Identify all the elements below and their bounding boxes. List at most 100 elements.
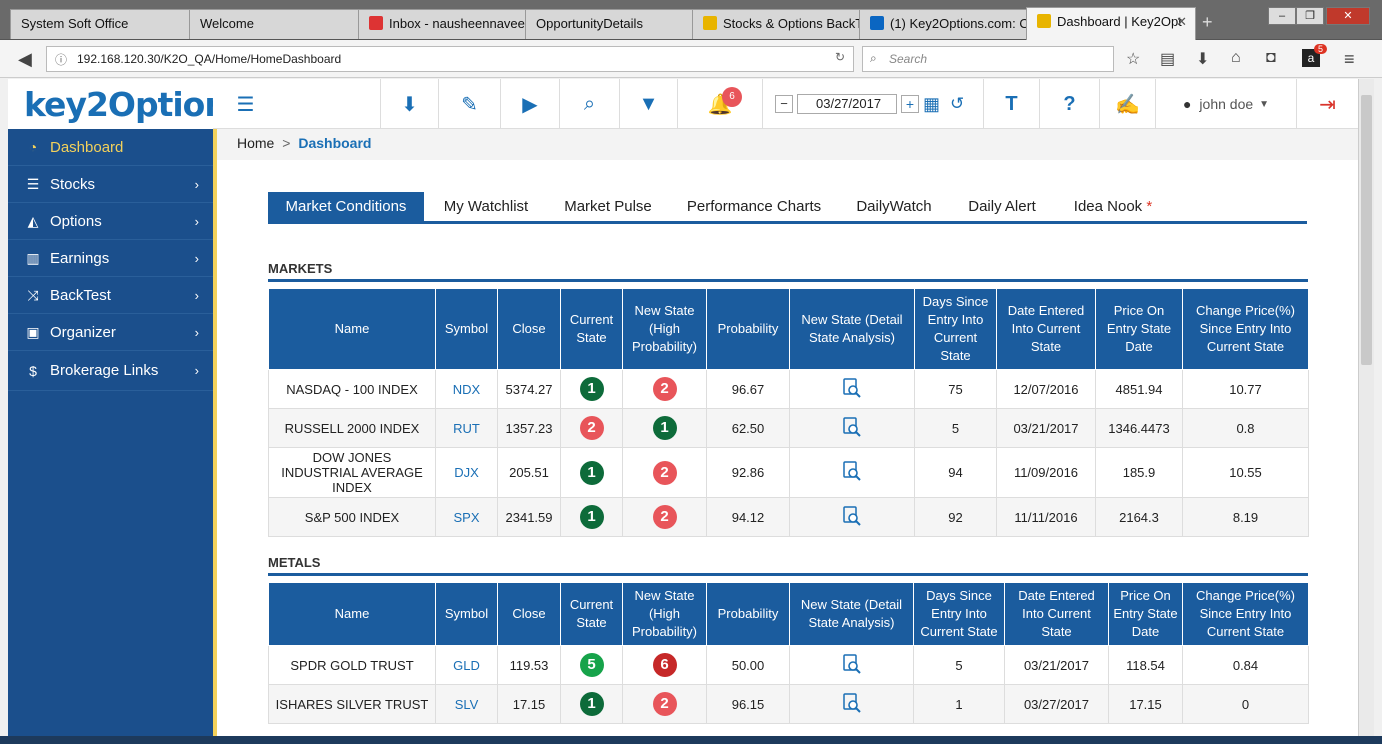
- logo[interactable]: key2Options: [8, 79, 246, 129]
- play-icon[interactable]: ▶: [500, 79, 559, 129]
- symbol-link[interactable]: NDX: [453, 382, 480, 397]
- cell-close: 17.15: [497, 684, 561, 724]
- detail-analysis-icon[interactable]: [841, 653, 863, 675]
- hamburger-menu-icon[interactable]: ≡: [1344, 49, 1355, 70]
- tab-idea-nook[interactable]: Idea Nook *: [1066, 192, 1160, 221]
- detail-analysis-icon[interactable]: [841, 692, 863, 714]
- column-header: Current State: [560, 582, 623, 646]
- cell-name: NASDAQ - 100 INDEX: [268, 369, 436, 409]
- new-state-badge: 6: [652, 653, 677, 677]
- tab-label: Daily Alert: [968, 198, 1036, 215]
- avatar: ●: [1182, 96, 1192, 112]
- reading-list-icon[interactable]: ▤: [1160, 49, 1175, 69]
- reset-icon[interactable]: ↺: [950, 94, 964, 114]
- current-state-badge: 1: [579, 505, 604, 529]
- breadcrumb-home[interactable]: Home: [237, 135, 274, 151]
- sidebar: ◔ Dashboard ☰ Stocks › ◭ Options › ▥ Earnings ›…: [8, 129, 213, 744]
- text-tool-icon[interactable]: T: [983, 79, 1039, 129]
- magic-wand-icon[interactable]: ✎: [438, 79, 500, 129]
- symbol-link[interactable]: RUT: [453, 421, 480, 436]
- new-tab-button[interactable]: +: [1202, 12, 1213, 33]
- sidebar-item-backtest[interactable]: ⤨ BackTest ›: [8, 277, 213, 314]
- scrollbar-thumb[interactable]: [1361, 95, 1372, 365]
- sidebar-item-earnings[interactable]: ▥ Earnings ›: [8, 240, 213, 277]
- invest-icon[interactable]: ⬇: [380, 79, 438, 129]
- column-header: Days Since Entry Into Current State: [914, 288, 997, 370]
- user-menu[interactable]: ● john doe ▼: [1155, 79, 1296, 129]
- home-icon[interactable]: ⌂: [1231, 49, 1241, 67]
- sidebar-item-dashboard[interactable]: ◔ Dashboard: [8, 129, 213, 166]
- browser-tab[interactable]: Stocks & Options BackT: [692, 9, 860, 39]
- back-arrow-icon[interactable]: ◀: [18, 49, 32, 70]
- tab-label: Dashboard | Key2Opt: [1057, 14, 1182, 29]
- browser-tab[interactable]: Welcome: [189, 9, 359, 39]
- date-increment-button[interactable]: +: [901, 95, 919, 113]
- symbol-link[interactable]: DJX: [454, 465, 479, 480]
- table-header-row: Name Symbol Close Current State New State (H…: [268, 288, 1309, 370]
- sidebar-item-stocks[interactable]: ☰ Stocks ›: [8, 166, 213, 203]
- minimize-button[interactable]: –: [1268, 7, 1296, 25]
- symbol-link[interactable]: GLD: [453, 658, 480, 673]
- tab-label: My Watchlist: [443, 198, 529, 215]
- cell-current-state: 1: [560, 447, 623, 498]
- browser-tab[interactable]: Inbox - nausheennaveed: [358, 9, 526, 39]
- address-bar[interactable]: ⓘ 192.168.120.30/K2O_QA/Home/HomeDashboa…: [46, 46, 854, 72]
- cell-new-state: 2: [622, 369, 707, 409]
- sidebar-item-options[interactable]: ◭ Options ›: [8, 203, 213, 240]
- column-header: Probability: [706, 288, 790, 370]
- browser-tab[interactable]: OpportunityDetails: [525, 9, 693, 39]
- list-icon: ☰: [26, 175, 40, 192]
- cell-price-on-entry: 2164.3: [1095, 497, 1183, 537]
- symbol-link[interactable]: SLV: [455, 697, 479, 712]
- search-icon: ⌕: [870, 51, 877, 65]
- reload-icon[interactable]: ↻: [835, 50, 845, 64]
- close-icon[interactable]: ✕: [1176, 14, 1187, 30]
- close-window-button[interactable]: ✕: [1326, 7, 1370, 25]
- tab-dailywatch[interactable]: DailyWatch: [850, 192, 938, 221]
- help-icon[interactable]: ?: [1039, 79, 1099, 129]
- cell-close: 5374.27: [497, 369, 561, 409]
- bookmark-star-icon[interactable]: ☆: [1126, 49, 1140, 69]
- info-icon: ⓘ: [55, 53, 68, 67]
- calendar-icon[interactable]: ▦: [923, 94, 940, 115]
- restore-button[interactable]: ❐: [1296, 7, 1324, 25]
- column-header: New State (High Probability): [622, 582, 707, 646]
- cell-name: RUSSELL 2000 INDEX: [268, 408, 436, 448]
- current-state-badge: 5: [579, 653, 604, 677]
- sidebar-item-brokerage-links[interactable]: $ Brokerage Links ›: [8, 351, 213, 391]
- browser-tab[interactable]: System Soft Office: [10, 9, 190, 39]
- logout-icon[interactable]: ⇥: [1296, 79, 1358, 129]
- cell-price-on-entry: 17.15: [1108, 684, 1183, 724]
- tab-market-conditions[interactable]: Market Conditions: [268, 192, 424, 221]
- new-state-badge: 2: [652, 505, 677, 529]
- detail-analysis-icon[interactable]: [841, 460, 863, 482]
- detail-analysis-icon[interactable]: [841, 416, 863, 438]
- menu-toggle-icon[interactable]: ☰: [213, 79, 278, 129]
- tab-label: OpportunityDetails: [536, 16, 643, 31]
- date-field[interactable]: 03/27/2017: [797, 94, 897, 114]
- browser-nav-bar: ◀ ⓘ 192.168.120.30/K2O_QA/Home/HomeDashb…: [0, 40, 1382, 78]
- filter-icon[interactable]: ▼: [619, 79, 677, 129]
- page-scrollbar[interactable]: [1358, 79, 1374, 744]
- pocket-icon[interactable]: ◘: [1266, 49, 1276, 67]
- browser-tab-active[interactable]: Dashboard | Key2Opt ✕: [1026, 7, 1196, 40]
- date-decrement-button[interactable]: −: [775, 95, 793, 113]
- download-icon[interactable]: ⬇: [1196, 49, 1209, 69]
- tab-my-watchlist[interactable]: My Watchlist: [438, 192, 534, 221]
- detail-analysis-icon[interactable]: [841, 377, 863, 399]
- notes-icon[interactable]: ✍: [1099, 79, 1155, 129]
- sidebar-item-organizer[interactable]: ▣ Organizer ›: [8, 314, 213, 351]
- search-input[interactable]: ⌕ Search: [862, 46, 1114, 72]
- date-picker: − 03/27/2017 + ▦ ↺: [762, 79, 971, 129]
- symbol-link[interactable]: SPX: [453, 510, 479, 525]
- bell-icon[interactable]: 🔔 6: [677, 79, 762, 129]
- cell-probability: 92.86: [706, 447, 790, 498]
- tab-market-pulse[interactable]: Market Pulse: [558, 192, 658, 221]
- tab-performance-charts[interactable]: Performance Charts: [682, 192, 826, 221]
- tab-label: Market Pulse: [564, 198, 652, 215]
- detail-analysis-icon[interactable]: [841, 505, 863, 527]
- browser-tab[interactable]: (1) Key2Options.com: O: [859, 9, 1027, 39]
- history-search-icon[interactable]: ⌕: [559, 79, 619, 129]
- sidebar-item-label: Options: [50, 212, 102, 230]
- tab-daily-alert[interactable]: Daily Alert: [962, 192, 1042, 221]
